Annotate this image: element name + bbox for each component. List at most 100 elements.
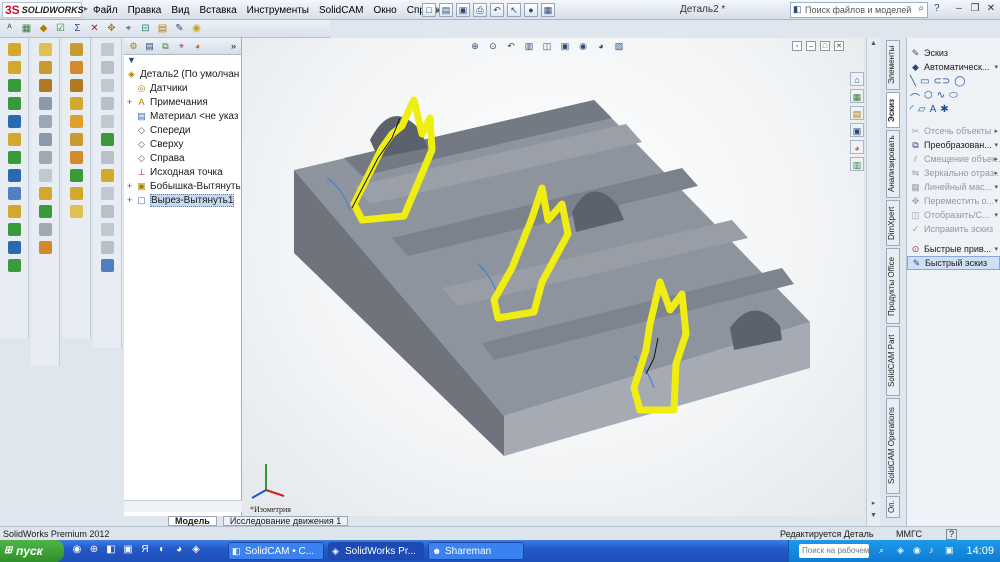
- ellipse-icon[interactable]: ⬭: [949, 90, 958, 101]
- point-icon[interactable]: ✱: [940, 104, 948, 115]
- fillet-icon[interactable]: ◜: [910, 104, 914, 115]
- tool-icon[interactable]: [7, 115, 21, 128]
- line-icon[interactable]: ╲: [910, 76, 916, 87]
- tool-icon[interactable]: [100, 205, 114, 218]
- viewport-maximize-icon[interactable]: □: [820, 41, 830, 51]
- quick-launch-icon[interactable]: ◐: [155, 543, 169, 557]
- tree-item[interactable]: ⊥ Исходная точка: [124, 165, 241, 179]
- menu-edit[interactable]: Правка: [123, 5, 167, 16]
- solidworks-logo[interactable]: 3S SOLIDWORKS: [2, 2, 84, 18]
- viewport-restore-icon[interactable]: ▫: [792, 41, 802, 51]
- tree-item[interactable]: ◇ Сверху: [124, 137, 241, 151]
- tool-icon[interactable]: [100, 151, 114, 164]
- section-view-icon[interactable]: ▥: [522, 40, 536, 52]
- custom-properties-icon[interactable]: ▥: [850, 157, 864, 171]
- part-model[interactable]: [242, 38, 864, 516]
- tab-dimxpert[interactable]: DimXpert: [886, 200, 900, 246]
- configuration-tab-icon[interactable]: ⧉: [159, 40, 172, 53]
- dropdown-arrow-icon[interactable]: ▸: [994, 169, 998, 177]
- expand-panel-icon[interactable]: »: [227, 40, 240, 53]
- view-orientation-icon[interactable]: ◫: [540, 40, 554, 52]
- slot-icon[interactable]: ⊂⊃: [933, 76, 950, 87]
- plane-icon[interactable]: ▱: [918, 104, 926, 115]
- quick-launch-icon[interactable]: ⊕: [87, 543, 101, 557]
- scroll-expand-icon[interactable]: ▸: [867, 498, 880, 510]
- tool-icon[interactable]: [69, 205, 83, 218]
- scroll-up-icon[interactable]: ▲: [867, 38, 880, 50]
- tool-icon[interactable]: [100, 115, 114, 128]
- tab-motion-study[interactable]: Исследование движения 1: [222, 516, 349, 526]
- tool-icon[interactable]: [7, 241, 21, 254]
- tool-icon[interactable]: [7, 187, 21, 200]
- tool-icon[interactable]: [100, 241, 114, 254]
- tool-icon[interactable]: [38, 205, 52, 218]
- quick-launch-icon[interactable]: ◈: [189, 543, 203, 557]
- options-icon[interactable]: ▦: [541, 3, 555, 17]
- tool-icon[interactable]: [69, 43, 83, 56]
- quick-launch-icon[interactable]: ◕: [172, 543, 186, 557]
- quick-launch-icon[interactable]: ◉: [70, 543, 84, 557]
- tool-icon[interactable]: [100, 133, 114, 146]
- tool-icon[interactable]: [7, 205, 21, 218]
- tool-icon[interactable]: [69, 115, 83, 128]
- sketch-command[interactable]: ✎ Эскиз: [907, 46, 1000, 60]
- status-help[interactable]: ?: [946, 529, 958, 540]
- library-icon[interactable]: ▦: [850, 89, 864, 103]
- zoom-area-icon[interactable]: ⊙: [486, 40, 500, 52]
- tree-item[interactable]: + ▢ Вырез-Вытянуть1: [124, 193, 241, 207]
- tool-icon[interactable]: [38, 241, 52, 254]
- feature-manager-tab-icon[interactable]: ⚙: [127, 40, 140, 53]
- grid-icon[interactable]: ▦: [20, 22, 33, 35]
- tree-item[interactable]: ◇ Спереди: [124, 123, 241, 137]
- select-icon[interactable]: ↖: [507, 3, 521, 17]
- taskbar-item-solidworks[interactable]: ◈ SolidWorks Pr...: [328, 542, 424, 560]
- tool-icon[interactable]: [100, 223, 114, 236]
- menu-file[interactable]: Файл: [88, 5, 123, 16]
- rebuild-icon[interactable]: ●: [524, 3, 538, 17]
- quick-launch-icon[interactable]: Я: [138, 543, 152, 557]
- sketch-command[interactable]: ⧉ Преобразован... ▾: [907, 138, 1000, 152]
- help-icon[interactable]: ?: [934, 3, 940, 14]
- tool-icon[interactable]: [38, 61, 52, 74]
- tool-icon[interactable]: [38, 43, 52, 56]
- menu-tools[interactable]: Инструменты: [242, 5, 314, 16]
- expand-icon[interactable]: +: [127, 195, 132, 205]
- tree-item[interactable]: ◈ Деталь2 (По умолчан: [124, 67, 241, 81]
- tool-icon[interactable]: [69, 187, 83, 200]
- taskbar-item-solidcam[interactable]: ◧ SolidCAM • C...: [228, 542, 324, 560]
- tray-icon[interactable]: ◉: [913, 545, 921, 556]
- viewport-minimize-icon[interactable]: –: [806, 41, 816, 51]
- home-icon[interactable]: ⌂: [850, 72, 864, 86]
- section-icon[interactable]: ⊟: [139, 22, 152, 35]
- tool-icon[interactable]: [100, 61, 114, 74]
- menu-solidcam[interactable]: SolidCAM: [314, 5, 368, 16]
- tool-icon[interactable]: [69, 97, 83, 110]
- search-icon[interactable]: ⌕: [879, 545, 884, 556]
- viewport-close-icon[interactable]: ✕: [834, 41, 844, 51]
- quick-launch-icon[interactable]: ▣: [121, 543, 135, 557]
- tab-office-products[interactable]: Продукты Office: [886, 248, 900, 324]
- check-icon[interactable]: ☑: [54, 22, 67, 35]
- tree-item[interactable]: ◇ Справа: [124, 151, 241, 165]
- appearance-icon[interactable]: ◕: [594, 40, 608, 52]
- search-input[interactable]: ◧ Поиск файлов и моделей ⌕: [790, 2, 928, 18]
- tab-more[interactable]: Оп.: [886, 496, 900, 518]
- dropdown-arrow-icon[interactable]: ▾: [994, 197, 998, 205]
- new-document-icon[interactable]: □: [422, 3, 436, 17]
- expand-icon[interactable]: +: [127, 181, 132, 191]
- tab-features[interactable]: Элементы: [886, 40, 900, 90]
- text-icon[interactable]: A: [930, 104, 937, 115]
- expand-icon[interactable]: +: [127, 97, 132, 107]
- arc-icon[interactable]: ⌒: [910, 90, 920, 105]
- previous-view-icon[interactable]: ↶: [504, 40, 518, 52]
- desktop-search-input[interactable]: Поиск на рабочем с...: [799, 544, 869, 558]
- tab-solidcam-operations[interactable]: SolidCAM Operations: [886, 398, 900, 494]
- sketch-command[interactable]: ▦ Линейный мас... ▾: [907, 180, 1000, 194]
- scroll-down-icon[interactable]: ▼: [867, 510, 880, 522]
- tab-sketch[interactable]: Эскиз: [886, 92, 900, 128]
- tree-item[interactable]: + A Примечания: [124, 95, 241, 109]
- tab-model[interactable]: Модель: [168, 516, 217, 526]
- print-icon[interactable]: ⎙: [473, 3, 487, 17]
- tool-icon[interactable]: [69, 61, 83, 74]
- sketch-command[interactable]: ⊙ Быстрые прив... ▾: [907, 242, 1000, 256]
